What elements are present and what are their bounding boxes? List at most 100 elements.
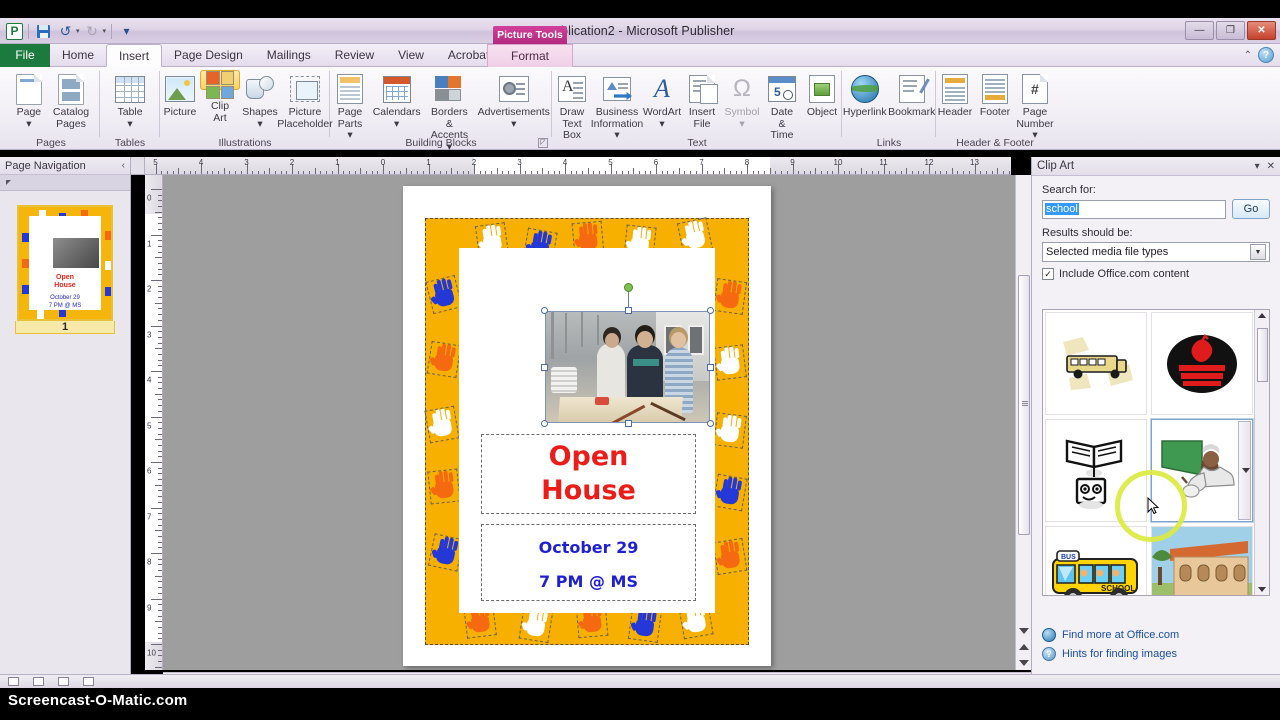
resize-handle-e[interactable]	[707, 364, 714, 371]
tab-insert[interactable]: Insert	[106, 44, 162, 67]
results-scroll-up-arrow[interactable]	[1258, 313, 1266, 318]
handprint-clipart[interactable]	[713, 538, 748, 575]
handprint-clipart[interactable]	[713, 412, 747, 448]
minimize-button[interactable]: —	[1185, 21, 1214, 40]
page-thumbnail-list[interactable]: OpenHouse October 297 PM @ MS 1	[0, 191, 130, 334]
tab-file[interactable]: File	[0, 44, 50, 67]
clip-art-pane-links[interactable]: Find more at Office.com ? Hints for find…	[1042, 628, 1270, 666]
handprint-clipart[interactable]	[713, 344, 747, 380]
go-button[interactable]: Go	[1232, 199, 1270, 219]
handprint-clipart[interactable]	[712, 474, 747, 512]
chevron-down-icon[interactable]: ▼	[1250, 244, 1266, 260]
ribbon-group-label: Links	[842, 137, 936, 149]
clip-art-results-grid[interactable]: BUS SCHOOL	[1045, 312, 1253, 593]
ribbon-button-insert[interactable]: Insert File	[682, 70, 722, 130]
maximize-button[interactable]: ❐	[1216, 21, 1245, 40]
picture-tools-format-tab[interactable]: Format	[487, 44, 573, 67]
include-office-checkbox[interactable]: ✓	[1042, 268, 1054, 280]
ribbon-button-catalog[interactable]: Catalog Pages	[49, 70, 93, 130]
ribbon-button-table[interactable]: Table ▾	[110, 70, 150, 130]
ribbon-button-object[interactable]: Object	[802, 70, 842, 119]
ribbon-button-page[interactable]: #Page Number ▾	[1015, 70, 1055, 142]
vruler-label: 3	[147, 330, 151, 339]
clip-art-results[interactable]: BUS SCHOOL	[1042, 309, 1270, 596]
tab-home[interactable]: Home	[50, 44, 106, 67]
handprint-clipart[interactable]	[427, 341, 462, 378]
collapse-ribbon-button[interactable]: ⌃	[1244, 50, 1252, 61]
resize-handle-s[interactable]	[625, 420, 632, 427]
ribbon-button-wordart[interactable]: AWordArt ▾	[642, 70, 682, 130]
result-cell-dropdown-bar[interactable]	[1238, 421, 1251, 520]
results-scroll-down-arrow[interactable]	[1258, 587, 1266, 592]
ribbon-button-shapes[interactable]: Shapes ▾	[240, 70, 280, 130]
resize-handle-se[interactable]	[707, 420, 714, 427]
result-dropdown-arrow-icon[interactable]	[1242, 468, 1250, 473]
ribbon-button-picture[interactable]: Picture Placeholder	[280, 70, 330, 130]
resize-handle-ne[interactable]	[707, 307, 714, 314]
previous-page-arrow[interactable]	[1019, 644, 1029, 650]
hints-finding-images-link[interactable]: ? Hints for finding images	[1042, 647, 1270, 661]
next-page-arrow[interactable]	[1019, 660, 1029, 666]
pane-close-icon[interactable]: ✕	[1267, 161, 1275, 172]
document-canvas[interactable]: Open House October 29 7 PM @ MS	[163, 175, 1031, 670]
ribbon-button-draw[interactable]: ADraw Text Box	[552, 70, 592, 142]
handprint-clipart[interactable]	[424, 406, 459, 444]
include-office-row[interactable]: ✓ Include Office.com content	[1042, 268, 1270, 280]
status-page-icon[interactable]	[8, 677, 19, 686]
resize-handle-sw[interactable]	[541, 420, 548, 427]
window-controls[interactable]: — ❐ ✕	[1185, 21, 1276, 40]
scroll-down-arrow[interactable]	[1019, 628, 1029, 634]
canvas-vertical-scrollbar[interactable]	[1015, 175, 1031, 670]
status-view-icon[interactable]	[58, 677, 69, 686]
handprint-clipart[interactable]	[427, 469, 460, 505]
ribbon-button-bookmark[interactable]: Bookmark	[888, 70, 937, 119]
ribbon-button-clip[interactable]: Clip Art	[200, 70, 240, 90]
tab-review[interactable]: Review	[323, 44, 386, 67]
ribbon-button-picture[interactable]: Picture	[160, 70, 200, 119]
vscroll-thumb[interactable]	[1018, 275, 1030, 535]
ribbon-button-date[interactable]: 5Date & Time	[762, 70, 802, 142]
close-button[interactable]: ✕	[1247, 21, 1276, 40]
results-scrollbar[interactable]	[1254, 310, 1269, 595]
ribbon-button-page[interactable]: Page ▾	[9, 70, 49, 130]
clip-art-result-2[interactable]	[1151, 312, 1253, 415]
ribbon-button-advertisements[interactable]: Advertisements ▾	[476, 70, 553, 130]
building-blocks-dialog-launcher[interactable]: ◸	[538, 138, 548, 148]
ribbon-button-business[interactable]: Business Information ▾	[592, 70, 642, 142]
resize-handle-nw[interactable]	[541, 307, 548, 314]
resize-handle-w[interactable]	[541, 364, 548, 371]
headline-text-box[interactable]: Open House	[481, 434, 696, 514]
page-thumbnail-1[interactable]: OpenHouse October 297 PM @ MS	[17, 205, 113, 321]
poster-border-art[interactable]: Open House October 29 7 PM @ MS	[425, 218, 749, 645]
status-zoom-icon[interactable]	[83, 677, 94, 686]
handprint-clipart[interactable]	[713, 278, 747, 315]
ribbon-right-buttons[interactable]: ⌃ ?	[1244, 47, 1274, 63]
pane-menu-arrow-icon[interactable]: ▾	[1255, 161, 1260, 172]
detail-text-box[interactable]: October 29 7 PM @ MS	[481, 524, 696, 601]
ribbon-button-hyperlink[interactable]: Hyperlink	[842, 70, 888, 119]
tab-page-design[interactable]: Page Design	[162, 44, 255, 67]
publication-page[interactable]: Open House October 29 7 PM @ MS	[403, 186, 771, 666]
results-scroll-thumb[interactable]	[1257, 328, 1268, 382]
selected-photo-object[interactable]	[545, 311, 710, 423]
clip-art-result-1[interactable]	[1045, 312, 1147, 415]
rotation-handle[interactable]	[624, 283, 633, 292]
tab-mailings[interactable]: Mailings	[255, 44, 323, 67]
ribbon-tabs[interactable]: FileHomeInsertPage DesignMailingsReviewV…	[0, 44, 501, 67]
ribbon-button-calendars[interactable]: Calendars ▾	[370, 70, 423, 130]
horizontal-ruler[interactable]: 5432101234567891011121314	[145, 157, 1011, 175]
status-bar[interactable]	[0, 674, 1280, 688]
search-input[interactable]: school	[1042, 200, 1226, 219]
tab-view[interactable]: View	[386, 44, 436, 67]
ribbon-button-footer[interactable]: Footer	[975, 70, 1015, 119]
resize-handle-n[interactable]	[625, 307, 632, 314]
vertical-ruler[interactable]: 01234567891011	[145, 175, 163, 670]
status-layout-icon[interactable]	[33, 677, 44, 686]
ribbon-button-header[interactable]: Header	[935, 70, 975, 119]
collapse-pane-icon[interactable]: ‹	[122, 160, 125, 171]
find-more-office-link[interactable]: Find more at Office.com	[1042, 628, 1270, 642]
help-button[interactable]: ?	[1258, 47, 1274, 63]
ribbon-button-page[interactable]: Page Parts ▾	[330, 70, 370, 142]
media-type-dropdown[interactable]: Selected media file types ▼	[1042, 242, 1270, 262]
ribbon-button-symbol[interactable]: ΩSymbol ▾	[722, 70, 762, 130]
